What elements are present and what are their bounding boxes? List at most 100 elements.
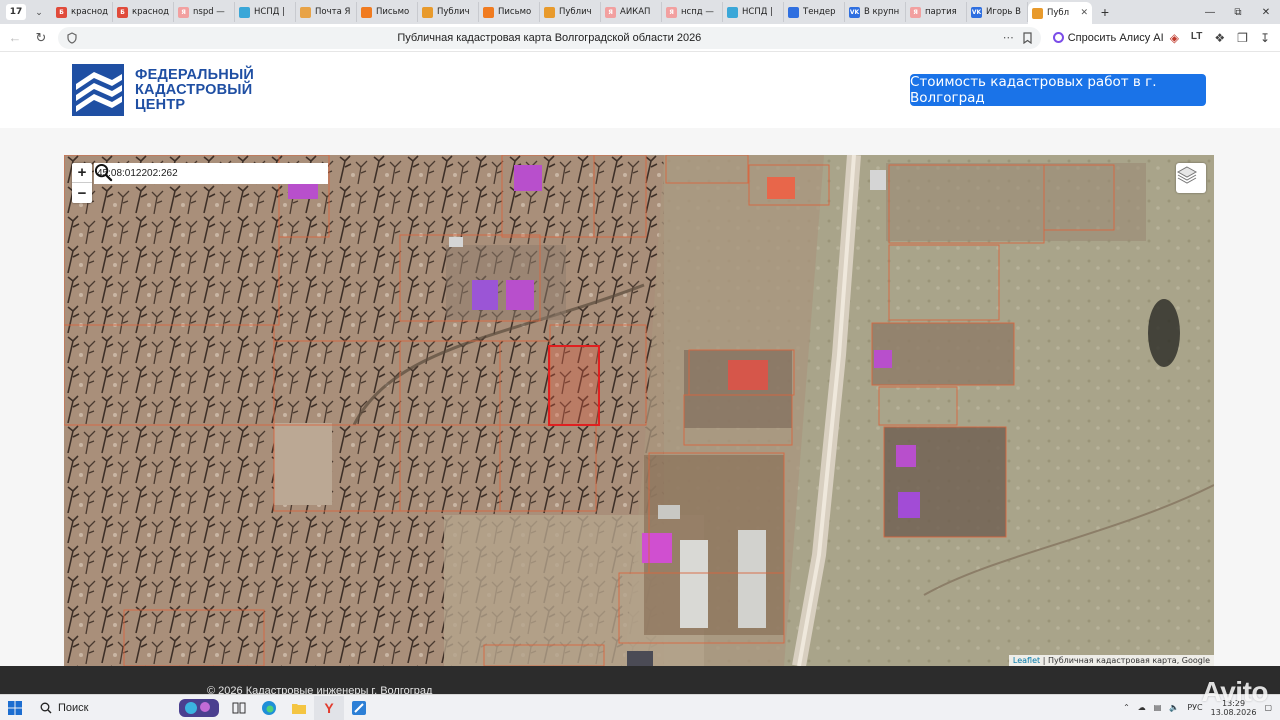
alice-icon <box>1052 32 1064 43</box>
browser-tab[interactable]: НСПД | <box>235 2 296 22</box>
search-icon <box>40 702 52 713</box>
tab-favicon-icon <box>239 6 250 18</box>
tab-label: нспд — <box>681 7 714 17</box>
restore-icon[interactable]: ⧉ <box>1224 7 1252 18</box>
tab-counter[interactable]: 17 <box>6 4 26 20</box>
browser-tab[interactable]: НСПД | <box>723 2 784 22</box>
tab-label: НСПД | <box>742 7 773 17</box>
cadastral-number-input[interactable] <box>97 168 297 179</box>
extensions-puzzle-icon[interactable]: ❖ <box>1214 31 1225 45</box>
tab-favicon-icon <box>422 6 433 18</box>
layers-icon <box>1176 166 1198 184</box>
tab-label: НСПД | <box>254 7 285 17</box>
tray-cloud-icon[interactable]: ☁ <box>1138 703 1146 712</box>
tab-close-icon[interactable]: ✕ <box>1080 8 1088 18</box>
reload-icon[interactable]: ↻ <box>30 30 52 46</box>
tab-favicon-icon: VK <box>971 6 982 18</box>
browser-tab[interactable]: Публич <box>418 2 479 22</box>
taskbar-search-label: Поиск <box>58 701 89 714</box>
tray-network-icon[interactable]: ▤ <box>1154 703 1162 712</box>
tab-label: Публич <box>437 7 470 17</box>
tab-favicon-icon: VK <box>849 6 860 18</box>
pinned-app-icon[interactable] <box>344 700 374 716</box>
logo-emblem-icon <box>72 64 124 116</box>
tab-label: Игорь В <box>986 7 1021 17</box>
omnibox[interactable]: Публичная кадастровая карта Волгоградско… <box>58 26 1041 49</box>
ask-alice-label: Спросить Алису AI <box>1067 31 1164 44</box>
download-icon[interactable]: ↧ <box>1260 31 1270 45</box>
tab-favicon-icon <box>727 6 738 18</box>
start-button[interactable] <box>0 700 30 715</box>
new-tab-button[interactable]: + <box>1096 4 1114 20</box>
browser-tab[interactable]: Бкраснод <box>52 2 113 22</box>
tab-label: краснод <box>132 7 169 17</box>
browser-tab[interactable]: Яnspd — <box>174 2 235 22</box>
windows-taskbar: Поиск Y ⌃ ☁ ▤ 🔈 РУС 13:29 13.08.2026 ▢ <box>0 694 1280 720</box>
tab-label: АЙКАП <box>620 7 651 17</box>
cadastral-cost-button[interactable]: Стоимость кадастровых работ в г. Волгогр… <box>910 74 1206 106</box>
system-tray: ⌃ ☁ ▤ 🔈 РУС 13:29 13.08.2026 ▢ <box>1123 699 1280 717</box>
tab-label: Публ <box>1047 8 1070 18</box>
extension-translate-icon[interactable]: ◈ <box>1170 31 1179 45</box>
logo-line-1: ФЕДЕРАЛЬНЫЙ <box>135 66 254 83</box>
tab-label: краснод <box>71 7 108 17</box>
file-explorer-icon[interactable] <box>284 701 314 715</box>
browser-tab[interactable]: Янспд — <box>662 2 723 22</box>
bookmark-icon[interactable] <box>1022 31 1033 44</box>
browser-tab[interactable]: Письмо <box>479 2 540 22</box>
collections-icon[interactable]: ❐ <box>1237 31 1248 45</box>
logo-line-3: ЦЕНТР <box>135 96 186 113</box>
site-logo[interactable]: ФЕДЕРАЛЬНЫЙ КАДАСТРОВЫЙ ЦЕНТР <box>72 64 254 116</box>
edge-browser-icon[interactable] <box>254 700 284 716</box>
leaflet-link[interactable]: Leaflet <box>1013 656 1040 665</box>
browser-tab[interactable]: Бкраснод <box>113 2 174 22</box>
map-attribution: Leaflet | Публичная кадастровая карта, G… <box>1008 655 1214 666</box>
browser-tab[interactable]: Я АЙКАП <box>601 2 662 22</box>
tab-favicon-icon <box>483 6 494 18</box>
window-controls: — ⧉ ✕ <box>1196 0 1280 24</box>
layers-button[interactable] <box>1176 163 1206 193</box>
tab-favicon-icon: Я <box>178 6 189 18</box>
browser-tab[interactable]: Япартия <box>906 2 967 22</box>
site-info-shield-icon[interactable] <box>66 31 78 44</box>
tab-label: Письмо <box>498 7 532 17</box>
logo-text: ФЕДЕРАЛЬНЫЙ КАДАСТРОВЫЙ ЦЕНТР <box>135 66 254 113</box>
yandex-browser-icon[interactable]: Y <box>314 695 344 720</box>
browser-tab[interactable]: Почта Я <box>296 2 357 22</box>
back-arrow-icon[interactable]: ← <box>4 30 26 45</box>
tab-favicon-icon: Я <box>666 6 677 18</box>
more-dots-icon[interactable]: ⋯ <box>1003 31 1014 44</box>
close-window-icon[interactable]: ✕ <box>1252 7 1280 18</box>
language-indicator[interactable]: РУС <box>1187 703 1202 712</box>
extension-lt-icon[interactable]: LT <box>1191 31 1202 45</box>
clock[interactable]: 13:29 13.08.2026 <box>1211 699 1257 717</box>
browser-tab[interactable]: Письмо <box>357 2 418 22</box>
taskbar-search[interactable]: Поиск <box>34 697 174 719</box>
tray-chevron-icon[interactable]: ⌃ <box>1123 703 1130 712</box>
tab-label: Тендер <box>803 7 836 17</box>
widget-thumbnail-icon[interactable] <box>174 697 224 719</box>
browser-tab[interactable]: VK В крупн <box>845 2 906 22</box>
logo-line-2: КАДАСТРОВЫЙ <box>135 81 253 98</box>
task-view-icon[interactable] <box>224 701 254 715</box>
ask-alice-button[interactable]: Спросить Алису AI <box>1047 32 1170 44</box>
clock-time: 13:29 <box>1222 698 1246 708</box>
browser-tab[interactable]: Тендер <box>784 2 845 22</box>
tab-label: Почта Я <box>315 7 351 17</box>
notifications-icon[interactable]: ▢ <box>1264 703 1272 712</box>
search-icon[interactable] <box>94 163 113 182</box>
zoom-out-button[interactable]: − <box>72 183 92 203</box>
browser-tab[interactable]: Публич <box>540 2 601 22</box>
browser-tab[interactable]: VK Игорь В <box>967 2 1028 22</box>
tab-list-chevron-icon[interactable]: ⌄ <box>30 7 48 18</box>
cadastral-map[interactable]: + − Leaflet | Публичная кадастровая карт… <box>64 155 1214 666</box>
zoom-in-button[interactable]: + <box>72 163 92 183</box>
page-title: Публичная кадастровая карта Волгоградско… <box>397 31 702 44</box>
minimize-icon[interactable]: — <box>1196 7 1224 18</box>
zoom-control: + − <box>72 163 92 203</box>
browser-tabs: Бкраснод Бкраснод Яnspd — НСПД | Почта Я Пись… <box>52 0 1092 24</box>
tab-favicon-icon: Я <box>605 6 616 18</box>
selected-parcel[interactable] <box>548 345 600 426</box>
tray-volume-icon[interactable]: 🔈 <box>1169 703 1179 712</box>
browser-tab[interactable]: Публ ✕ <box>1028 2 1092 24</box>
